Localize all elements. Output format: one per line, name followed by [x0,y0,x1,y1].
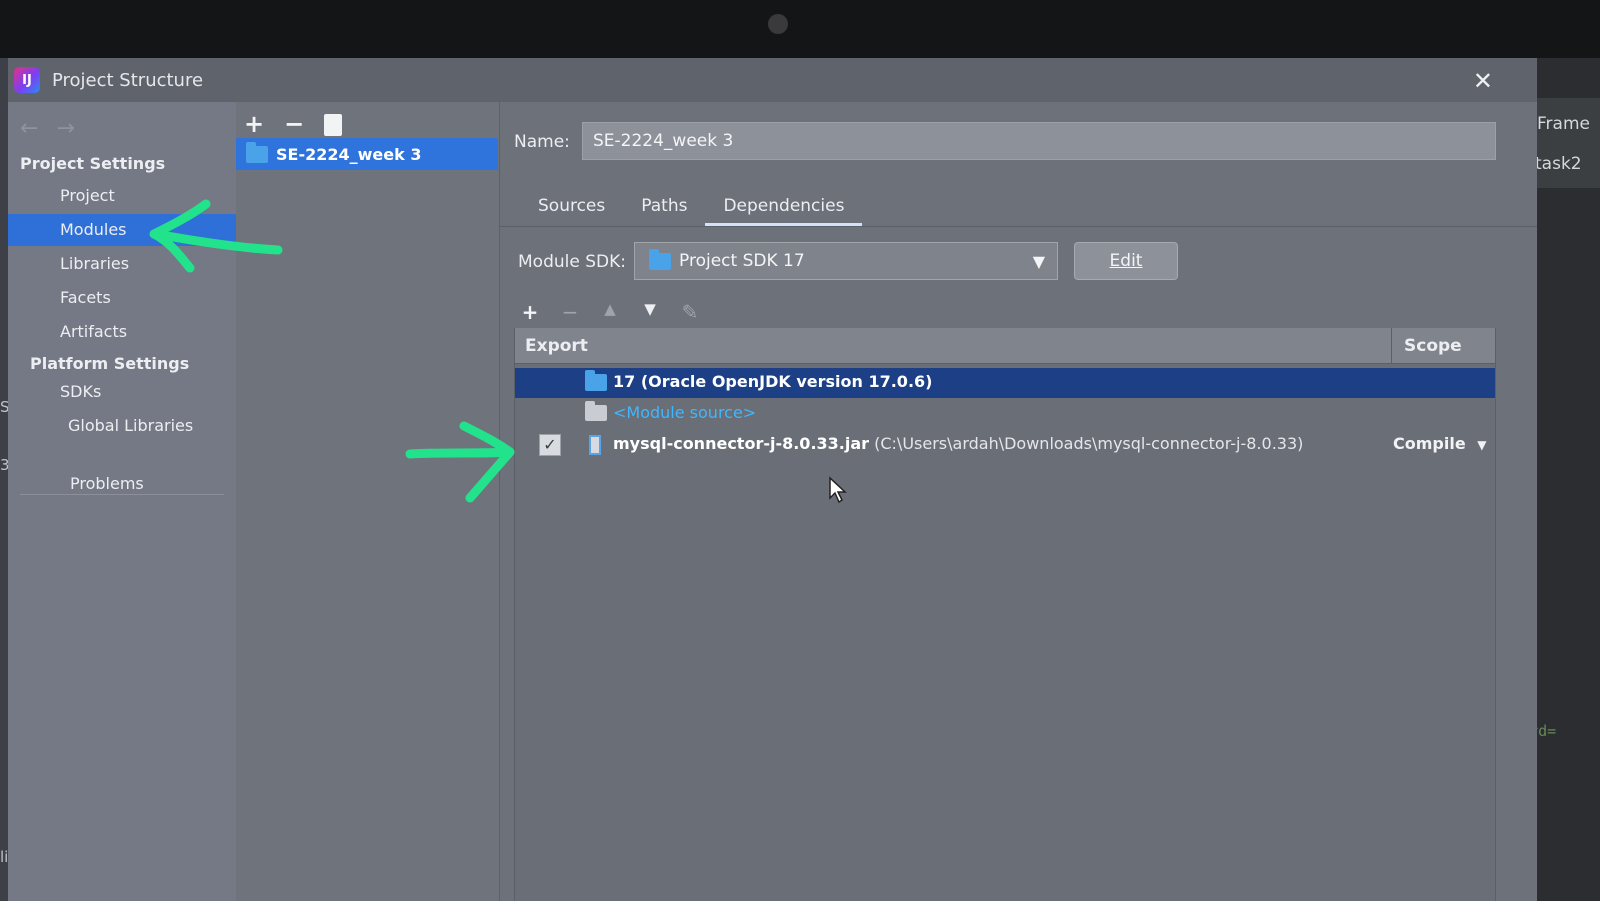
jar-icon [589,435,601,459]
add-module-icon[interactable]: + [244,110,264,138]
chevron-down-icon: ▼ [1477,438,1487,452]
edit-button-label: Edit [1109,251,1143,271]
title-bar: IJ Project Structure ✕ [8,58,1537,102]
close-icon[interactable]: ✕ [1473,67,1493,95]
annotation-arrow-modules [149,199,283,273]
dialog-title: Project Structure [52,69,204,91]
module-detail-pane: Name: Sources Paths Dependencies Module … [500,102,1537,901]
dependency-name: <Module source> [613,403,757,422]
dependencies-toolbar: + − ▲ ▼ ✎ [520,300,700,324]
dependencies-table: Export Scope 17 (Oracle OpenJDK version … [514,328,1496,901]
webcam [768,14,788,34]
project-structure-dialog: IJ Project Structure ✕ ← → Project Setti… [8,58,1537,901]
module-sdk-label: Module SDK: [518,252,626,272]
bg-panel [1537,98,1600,188]
tab-dependencies[interactable]: Dependencies [705,188,863,226]
table-row[interactable]: <Module source> [515,399,1495,429]
sdk-folder-icon [649,248,671,270]
modules-toolbar: + − [244,110,343,138]
module-tabs: Sources Paths Dependencies [520,188,863,226]
remove-module-icon[interactable]: − [284,110,304,138]
module-folder-icon [246,141,268,163]
table-row[interactable]: ✓ mysql-connector-j-8.0.33.jar (C:\Users… [515,430,1495,460]
nav-item-problems[interactable]: Problems [8,468,236,500]
name-label: Name: [514,132,570,152]
add-dependency-icon[interactable]: + [520,300,540,324]
export-checkbox[interactable]: ✓ [539,434,561,456]
monitor-bezel [0,0,1600,58]
background-editor-left: Sc 33.j libr [0,58,28,901]
module-row[interactable]: SE-2224_week 3 [236,138,498,170]
edit-sdk-button[interactable]: Edit [1074,242,1178,280]
sdk-selected-value: Project SDK 17 [679,251,805,271]
copy-module-icon[interactable] [324,114,343,136]
nav-item-facets[interactable]: Facets [8,282,236,314]
export-column-header: Export [525,336,588,356]
nav-item-sdks[interactable]: SDKs [8,376,236,408]
jar-name: mysql-connector-j-8.0.33.jar [613,434,870,453]
tabs-divider [500,226,1537,227]
module-row-label: SE-2224_week 3 [276,144,422,164]
tab-paths[interactable]: Paths [623,188,705,224]
annotation-arrow-jar [405,421,515,503]
module-name-input[interactable] [582,122,1496,160]
remove-dependency-icon[interactable]: − [560,300,580,324]
move-up-icon[interactable]: ▲ [600,300,620,324]
bg-code: ssword= [1537,722,1557,740]
nav-item-global-libraries[interactable]: Global Libraries [8,410,236,442]
tab-sources[interactable]: Sources [520,188,623,224]
bg-tab-label: Frame [1537,114,1590,134]
back-arrow-icon[interactable]: ← [20,116,38,141]
chevron-down-icon: ▼ [1032,252,1045,271]
intellij-icon: IJ [14,67,40,93]
sdk-folder-icon [585,370,607,395]
dependency-name: 17 (Oracle OpenJDK version 17.0.6) [613,372,933,391]
scope-column-header: Scope [1391,328,1495,364]
table-row[interactable]: 17 (Oracle OpenJDK version 17.0.6) [515,368,1495,398]
mouse-cursor-icon [829,476,847,504]
source-folder-icon [585,401,607,425]
forward-arrow-icon[interactable]: → [56,116,74,141]
scope-dropdown[interactable]: Compile ▼ [1393,434,1487,453]
nav-item-artifacts[interactable]: Artifacts [8,316,236,348]
platform-settings-header: Platform Settings [30,354,190,373]
background-editor-right: Frame task2 ssword= [1537,58,1600,901]
nav-history: ← → [20,116,75,141]
edit-dependency-icon[interactable]: ✎ [680,300,700,324]
project-settings-header: Project Settings [20,154,166,173]
module-sdk-dropdown[interactable]: Project SDK 17 ▼ [634,242,1058,280]
move-down-icon[interactable]: ▼ [640,300,660,324]
bg-file-label: task2 [1537,154,1582,174]
dependency-name: mysql-connector-j-8.0.33.jar (C:\Users\a… [613,434,1303,453]
table-header: Export Scope [515,328,1495,364]
jar-path: (C:\Users\ardah\Downloads\mysql-connecto… [874,434,1304,453]
scope-value: Compile [1393,434,1466,453]
